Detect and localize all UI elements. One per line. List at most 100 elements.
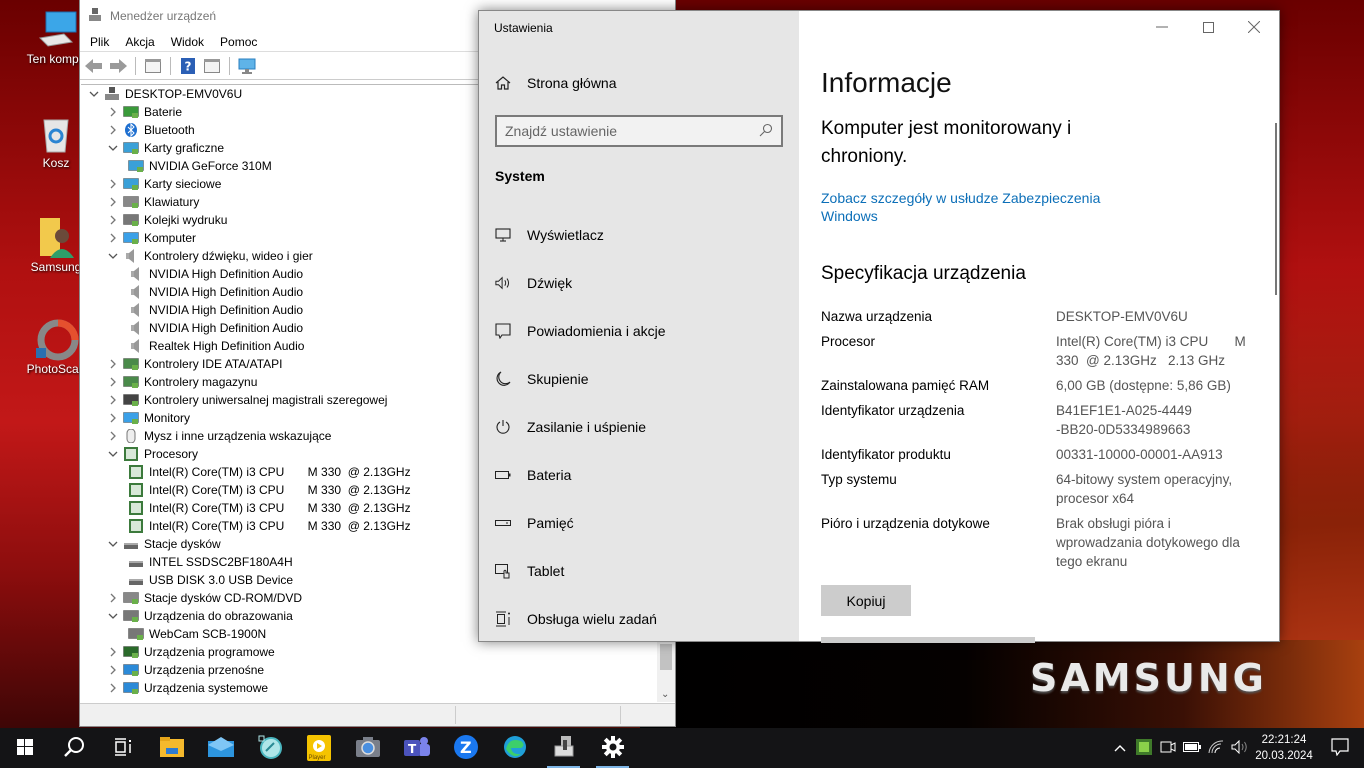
menu-pomoc[interactable]: Pomoc [212,35,265,49]
search-icon [63,736,85,761]
settings-gear-icon [601,735,624,761]
spec-value: Brak obsługi pióra i wprowadzania dotyko… [1056,516,1240,569]
settings-nav-pane: Ustawienia Strona główna Znajdź ustawien… [479,11,799,641]
settings-search-input[interactable]: Znajdź ustawienie [495,115,783,147]
tree-node[interactable]: Urządzenia programowe [81,643,657,661]
nav-tablet[interactable]: Tablet [495,563,564,579]
chevron-right-icon[interactable] [106,177,120,191]
menu-widok[interactable]: Widok [163,35,212,49]
nav-focus[interactable]: Skupienie [495,371,589,387]
forward-icon[interactable] [108,56,128,76]
chevron-right-icon[interactable] [106,123,120,137]
scan-hardware-icon[interactable] [237,56,257,76]
chevron-right-icon[interactable] [106,591,120,605]
recycle-bin-icon [36,112,76,153]
menu-plik[interactable]: Plik [82,35,117,49]
svg-text:T: T [408,742,417,756]
chevron-down-icon[interactable] [106,537,120,551]
next-button-partial[interactable] [821,637,1035,643]
device-manager-icon [553,735,575,761]
nav-sound[interactable]: Dźwięk [495,275,572,291]
chevron-down-icon[interactable] [106,141,120,155]
nav-display[interactable]: Wyświetlacz [495,227,604,243]
processor-icon [123,447,139,461]
back-icon[interactable] [84,56,104,76]
help-icon[interactable]: ? [178,56,198,76]
settings-content: Informacje Komputer jest monitorowany i … [799,11,1279,643]
tray-wifi-icon[interactable] [1204,739,1228,757]
scroll-down-arrow[interactable]: ⌄ [661,689,669,700]
chevron-right-icon[interactable] [106,195,120,209]
tray-volume-icon[interactable] [1228,739,1252,757]
nav-power[interactable]: Zasilanie i uśpienie [495,419,646,435]
nav-notifications[interactable]: Powiadomienia i akcje [495,323,666,339]
system-tray: 22:21:24 20.03.2024 [1108,728,1364,768]
taskbar-settings[interactable] [588,728,637,768]
taskbar-teams[interactable]: T [392,728,441,768]
spec-key: Procesor [821,334,876,349]
nav-multitasking[interactable]: Obsługa wielu zadań [495,611,657,627]
tree-node-label: Urządzenia do obrazowania [144,609,293,623]
tree-node[interactable]: Urządzenia przenośne [81,661,657,679]
nav-label: Dźwięk [527,275,573,291]
chevron-down-icon[interactable] [87,87,101,101]
tray-battery-icon[interactable] [1180,741,1204,755]
copy-button[interactable]: Kopiuj [821,585,911,616]
chevron-right-icon[interactable] [106,213,120,227]
close-button[interactable] [1231,11,1277,43]
chevron-right-icon[interactable] [106,663,120,677]
nav-label: Obsługa wielu zadań [527,611,657,627]
taskbar-player[interactable]: Player [294,728,343,768]
settings-window: Ustawienia Strona główna Znajdź ustawien… [478,10,1280,643]
tray-app-green-icon[interactable] [1132,738,1156,758]
tree-node-label: DESKTOP-EMV0V6U [125,87,243,101]
clock[interactable]: 22:21:24 20.03.2024 [1252,732,1316,764]
chevron-down-icon[interactable] [106,249,120,263]
menu-akcja[interactable]: Akcja [117,35,162,49]
taskbar-file-explorer[interactable] [147,728,196,768]
taskbar-edge[interactable] [490,728,539,768]
spec-key: Pióro i urządzenia dotykowe [821,516,990,531]
properties-icon[interactable] [143,56,163,76]
taskbar-z-app[interactable]: Z [441,728,490,768]
scrollbar-thumb[interactable] [660,644,672,670]
chevron-right-icon[interactable] [106,411,120,425]
nav-storage[interactable]: Pamięć [495,515,574,531]
chevron-down-icon[interactable] [106,447,120,461]
chevron-right-icon[interactable] [106,357,120,371]
nav-battery[interactable]: Bateria [495,467,571,483]
security-details-link[interactable]: Zobacz szczegóły w usłudze Zabezpieczeni… [821,189,1111,225]
start-button[interactable] [0,728,49,768]
app-tool-icon [258,735,282,762]
minimize-button[interactable] [1139,11,1185,43]
mail-icon [207,736,234,760]
folder-icon [159,736,184,760]
tree-node-label: Urządzenia przenośne [144,663,265,677]
spec-value: Intel(R) Core(TM) i3 CPU M 330 @ 2.13GHz… [1056,334,1250,368]
tree-node-label: Klawiatury [144,195,200,209]
chevron-right-icon[interactable] [106,645,120,659]
tray-camera-icon[interactable] [1156,740,1180,757]
task-view-button[interactable] [98,728,147,768]
maximize-button[interactable] [1185,11,1231,43]
action-center-button[interactable] [1316,737,1364,759]
taskbar-app-tool[interactable] [245,728,294,768]
update-driver-icon[interactable] [202,56,222,76]
taskbar-camera[interactable] [343,728,392,768]
chevron-right-icon[interactable] [106,681,120,695]
webcam-icon [123,609,139,623]
taskbar-mail[interactable] [196,728,245,768]
chevron-right-icon[interactable] [106,375,120,389]
chevron-right-icon[interactable] [106,393,120,407]
chevron-right-icon[interactable] [106,105,120,119]
nav-home[interactable]: Strona główna [495,75,617,91]
taskbar-device-manager[interactable] [539,728,588,768]
show-hidden-icons-chevron-up-icon[interactable] [1108,741,1132,755]
tree-node[interactable]: Urządzenia systemowe [81,679,657,697]
chevron-right-icon[interactable] [106,231,120,245]
chevron-down-icon[interactable] [106,609,120,623]
taskbar-search-button[interactable] [49,728,98,768]
chevron-right-icon[interactable] [106,429,120,443]
settings-scrollbar[interactable] [1275,123,1277,295]
bluetooth-icon [123,122,139,138]
